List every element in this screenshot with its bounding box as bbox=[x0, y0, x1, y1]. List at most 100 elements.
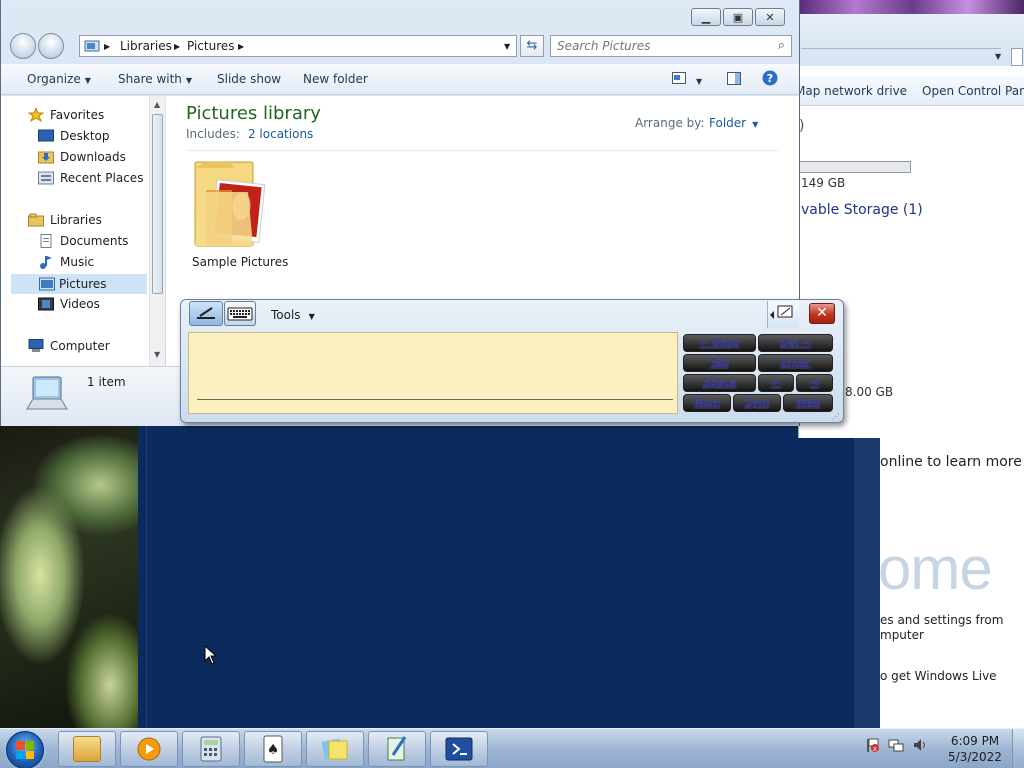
locations-link[interactable]: 2 locations bbox=[248, 127, 313, 141]
breadcrumb-arrow-icon[interactable]: ▶ bbox=[174, 42, 180, 51]
nav-favorites[interactable]: Favorites bbox=[28, 108, 104, 122]
writing-pad[interactable] bbox=[188, 332, 678, 414]
organize-label: Organize bbox=[27, 72, 81, 86]
left-arrow-key[interactable]: ← bbox=[758, 374, 794, 392]
nav-pictures[interactable]: Pictures bbox=[11, 274, 147, 294]
organize-button[interactable]: Organize ▼ bbox=[27, 72, 91, 86]
start-button[interactable] bbox=[6, 731, 44, 768]
new-folder-button[interactable]: New folder bbox=[303, 72, 368, 86]
nav-downloads[interactable]: Downloads bbox=[38, 150, 126, 164]
input-panel-keys: ← Bksp Del → Tab Enter Space ← → Num Sym… bbox=[683, 332, 839, 414]
command-bar: Organize ▼ Share with ▼ Slide show New fol… bbox=[1, 64, 799, 95]
breadcrumb-libraries[interactable]: Libraries bbox=[120, 39, 172, 53]
slide-show-button[interactable]: Slide show bbox=[217, 72, 281, 86]
clock[interactable]: 6:09 PM 5/3/2022 bbox=[942, 733, 1008, 765]
sym-key[interactable]: Sym bbox=[733, 394, 781, 412]
minimize-button[interactable]: ▁ bbox=[691, 8, 721, 26]
taskbar-solitaire[interactable]: ♠ bbox=[244, 731, 302, 767]
chevron-down-icon[interactable]: ▼ bbox=[504, 42, 510, 51]
nav-scrollbar[interactable]: ▲ ▼ bbox=[149, 96, 165, 366]
breadcrumb-arrow-icon[interactable]: ▶ bbox=[238, 42, 244, 51]
enter-key[interactable]: Enter bbox=[758, 354, 833, 372]
arrange-by-value: Folder bbox=[709, 116, 747, 130]
num-key[interactable]: Num bbox=[683, 394, 731, 412]
back-button[interactable] bbox=[10, 33, 36, 59]
removable-storage-heading[interactable]: vable Storage (1) bbox=[801, 202, 923, 218]
search-box[interactable]: ⌕ bbox=[550, 35, 792, 57]
tools-menu[interactable]: Tools ▼ bbox=[271, 308, 315, 322]
folder-label[interactable]: Sample Pictures bbox=[192, 255, 288, 269]
action-center-icon[interactable]: x bbox=[864, 737, 880, 753]
chevron-down-icon: ▼ bbox=[84, 76, 91, 85]
del-key[interactable]: Del → bbox=[758, 334, 833, 352]
volume-icon[interactable] bbox=[912, 737, 928, 753]
sample-pictures-folder[interactable] bbox=[186, 158, 282, 268]
transfer-text-line2[interactable]: mputer bbox=[880, 628, 924, 642]
nav-music[interactable]: Music bbox=[38, 255, 94, 269]
keyboard-button[interactable] bbox=[224, 301, 256, 326]
scroll-up-icon[interactable]: ▲ bbox=[154, 100, 160, 109]
search-icon[interactable]: ⌕ bbox=[778, 38, 785, 53]
nav-desktop[interactable]: Desktop bbox=[38, 129, 110, 143]
input-panel-close-button[interactable]: ✕ bbox=[809, 303, 835, 324]
right-arrow-key[interactable]: → bbox=[796, 374, 833, 392]
preview-pane-button[interactable] bbox=[727, 72, 741, 88]
tab-key[interactable]: Tab bbox=[683, 354, 756, 372]
transfer-text-line1[interactable]: es and settings from bbox=[880, 613, 1003, 627]
scroll-thumb[interactable] bbox=[152, 114, 163, 294]
taskbar-media-player[interactable] bbox=[120, 731, 178, 767]
scroll-down-icon[interactable]: ▼ bbox=[154, 350, 160, 359]
disk-usage-bar bbox=[799, 161, 911, 173]
web-key[interactable]: Web bbox=[783, 394, 833, 412]
show-desktop-button[interactable] bbox=[1012, 729, 1024, 768]
computer-address-area: ▼ bbox=[799, 14, 1024, 66]
background-window bbox=[146, 425, 854, 730]
breadcrumb-arrow-icon[interactable]: ▶ bbox=[104, 42, 110, 51]
dock-button[interactable] bbox=[767, 301, 799, 328]
close-icon: ✕ bbox=[765, 10, 775, 24]
nav-documents[interactable]: Documents bbox=[38, 234, 128, 248]
taskbar-sticky-notes[interactable] bbox=[306, 731, 364, 767]
address-scroll[interactable] bbox=[1011, 48, 1023, 66]
close-button[interactable]: ✕ bbox=[755, 8, 785, 26]
space-key[interactable]: Space bbox=[683, 374, 756, 392]
nav-libraries[interactable]: Libraries bbox=[28, 213, 102, 227]
refresh-button[interactable]: ⇆ bbox=[520, 35, 544, 57]
keyboard-icon bbox=[227, 307, 253, 321]
taskbar-input-panel[interactable] bbox=[368, 731, 426, 767]
search-input[interactable] bbox=[557, 39, 767, 53]
nav-desktop-label: Desktop bbox=[60, 129, 110, 143]
chevron-down-icon: ▼ bbox=[752, 120, 759, 129]
map-network-drive-button[interactable]: Map network drive bbox=[795, 84, 907, 98]
online-text[interactable]: online to learn more bbox=[880, 454, 1022, 470]
breadcrumb-pictures[interactable]: Pictures bbox=[187, 39, 235, 53]
taskbar-powershell[interactable] bbox=[430, 731, 488, 767]
header-divider bbox=[186, 150, 778, 151]
arrange-by-dropdown[interactable]: Folder ▼ bbox=[709, 116, 758, 130]
windows-live-text[interactable]: o get Windows Live bbox=[880, 669, 997, 683]
taskbar-explorer[interactable] bbox=[58, 731, 116, 767]
view-options-button[interactable]: ▼ bbox=[672, 72, 702, 87]
nav-videos[interactable]: Videos bbox=[38, 297, 100, 311]
taskbar-calculator[interactable] bbox=[182, 731, 240, 767]
pen-icon bbox=[197, 307, 215, 319]
resize-grip-icon[interactable]: ⋰ bbox=[832, 412, 840, 421]
desktop-icon bbox=[38, 129, 54, 142]
chevron-down-icon[interactable]: ▼ bbox=[995, 52, 1001, 61]
nav-music-label: Music bbox=[60, 255, 95, 269]
desktop-wallpaper-top bbox=[800, 0, 1024, 14]
help-button[interactable]: ? bbox=[762, 70, 778, 89]
forward-button[interactable] bbox=[38, 33, 64, 59]
bksp-key[interactable]: ← Bksp bbox=[683, 334, 756, 352]
nav-recent-places[interactable]: Recent Places bbox=[38, 171, 143, 185]
address-bar[interactable]: ▶ Libraries ▶ Pictures ▶ ▼ bbox=[79, 35, 517, 57]
share-with-button[interactable]: Share with ▼ bbox=[118, 72, 192, 86]
nav-recent-places-label: Recent Places bbox=[60, 171, 144, 185]
open-control-panel-button[interactable]: Open Control Panel bbox=[922, 84, 1024, 98]
help-icon: ? bbox=[762, 70, 778, 86]
music-icon bbox=[40, 256, 52, 269]
nav-computer[interactable]: Computer bbox=[28, 339, 110, 353]
network-icon[interactable] bbox=[888, 737, 904, 753]
maximize-button[interactable]: ▣ bbox=[723, 8, 753, 26]
writing-pad-button[interactable] bbox=[189, 301, 223, 326]
